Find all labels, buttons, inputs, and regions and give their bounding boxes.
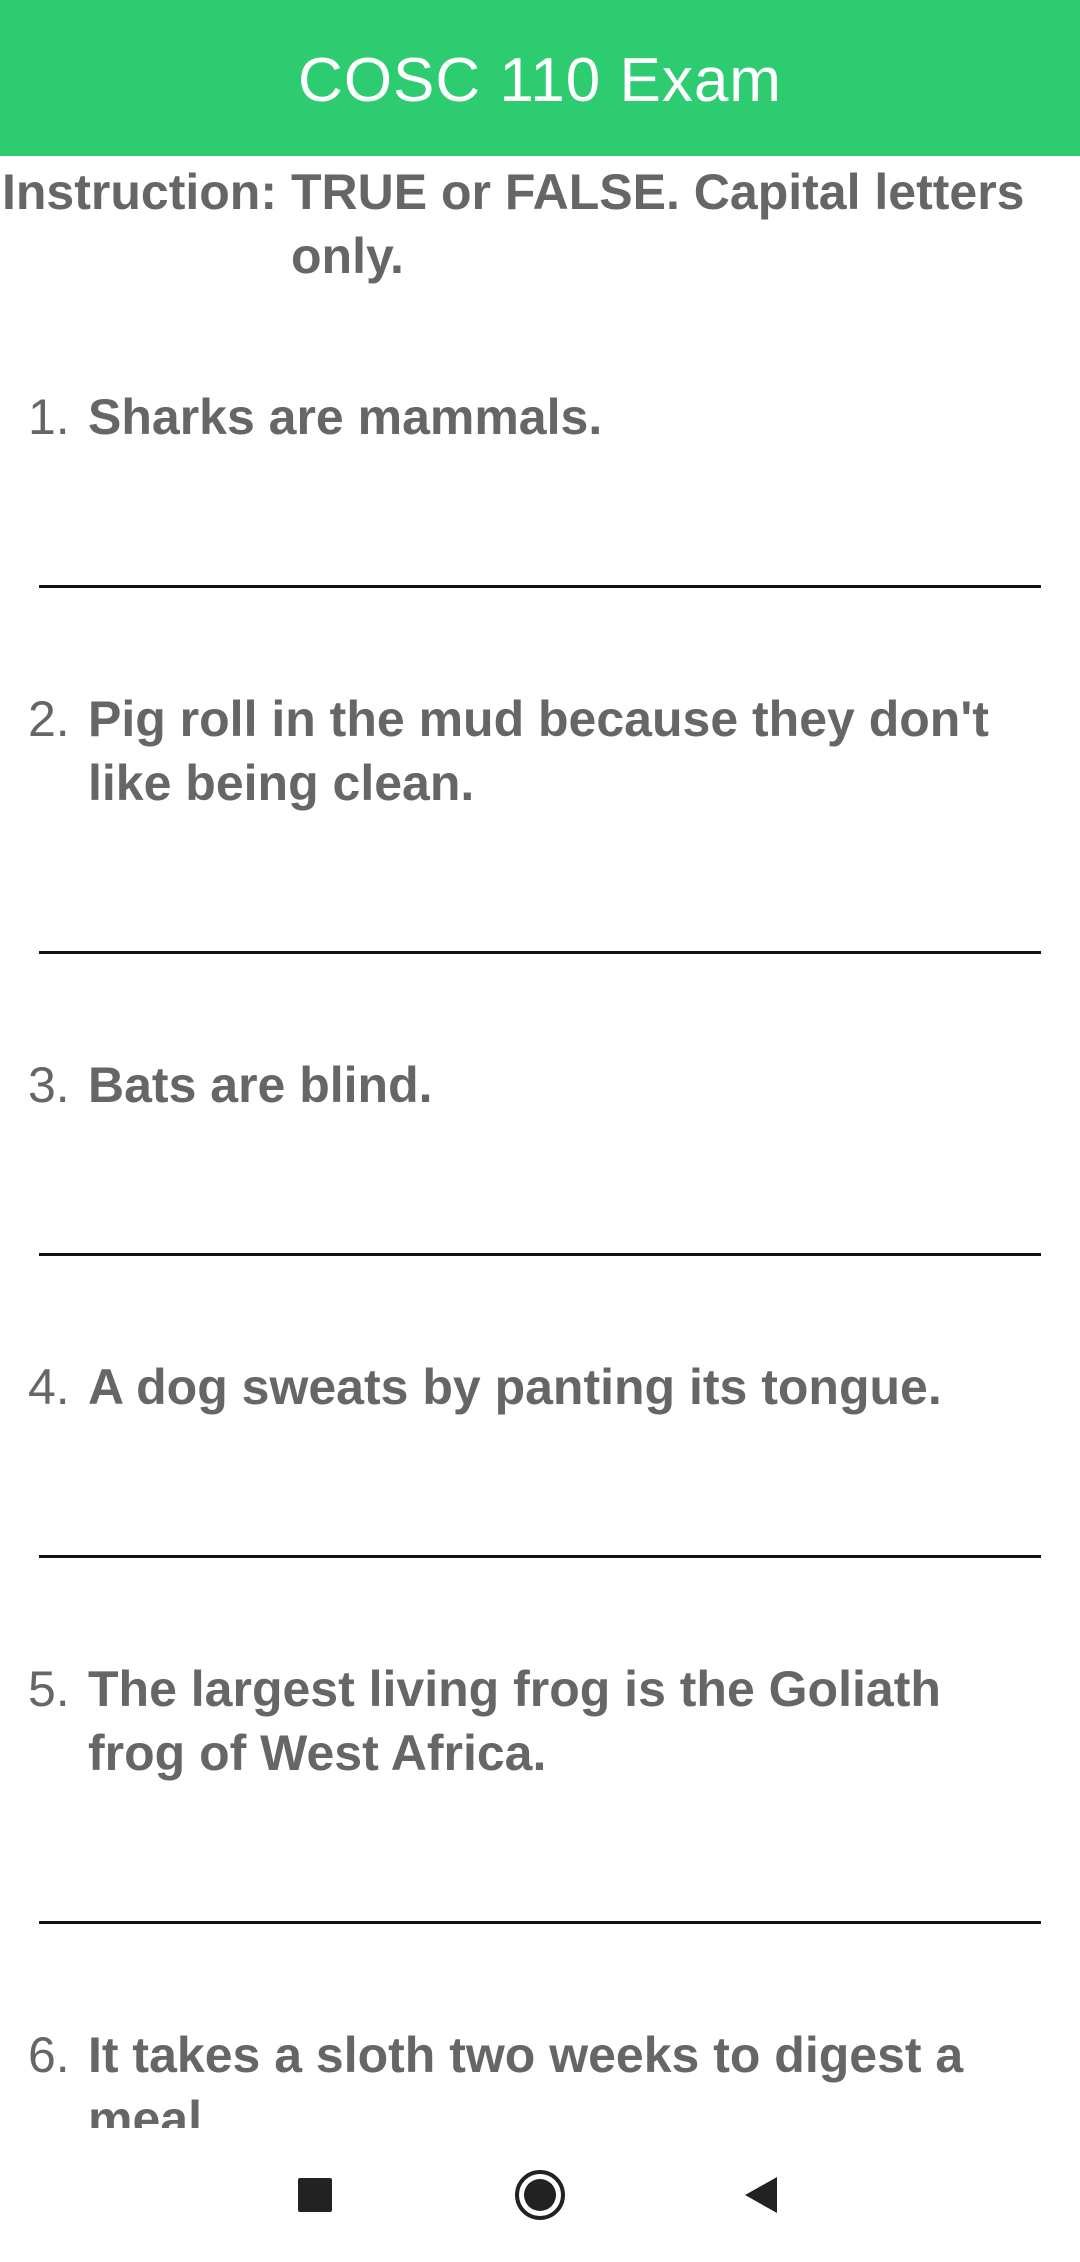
instruction: Instruction: TRUE or FALSE. Capital lett… bbox=[0, 160, 1080, 288]
circle-icon bbox=[515, 2170, 565, 2220]
question-item: 2. Pig roll in the mud because they don'… bbox=[28, 687, 1048, 815]
question-item: 4. A dog sweats by panting its tongue. bbox=[28, 1355, 1048, 1419]
question-item: 3. Bats are blind. bbox=[28, 1053, 1048, 1117]
question-number: 5. bbox=[28, 1661, 70, 1717]
question-item: 6. It takes a sloth two weeks to digest … bbox=[28, 2023, 1048, 2128]
question-text: Bats are blind. bbox=[88, 1057, 433, 1113]
app-title: COSC 110 Exam bbox=[298, 45, 782, 115]
answer-field[interactable] bbox=[39, 1921, 1041, 1924]
app-bar: COSC 110 Exam bbox=[0, 0, 1080, 156]
square-icon bbox=[298, 2178, 332, 2212]
question-item: 1. Sharks are mammals. bbox=[28, 385, 1048, 449]
system-nav-bar bbox=[0, 2128, 1080, 2262]
question-number: 6. bbox=[28, 2027, 70, 2083]
question-text: The largest living frog is the Goliath f… bbox=[88, 1661, 941, 1781]
question-number: 1. bbox=[28, 389, 70, 445]
question-text: It takes a sloth two weeks to digest a m… bbox=[88, 2027, 964, 2128]
instruction-text: TRUE or FALSE. Capital letters only. bbox=[290, 164, 1025, 284]
question-text: A dog sweats by panting its tongue. bbox=[88, 1359, 942, 1415]
answer-field[interactable] bbox=[39, 951, 1041, 954]
question-list[interactable]: 1. Sharks are mammals. 2. Pig roll in th… bbox=[0, 0, 1080, 2128]
question-number: 2. bbox=[28, 691, 70, 747]
question-number: 4. bbox=[28, 1359, 70, 1415]
instruction-label: Instruction: bbox=[2, 164, 277, 220]
question-item: 5. The largest living frog is the Goliat… bbox=[28, 1657, 1048, 1785]
question-text: Pig roll in the mud because they don't l… bbox=[88, 691, 989, 811]
triangle-left-icon bbox=[745, 2177, 777, 2213]
answer-field[interactable] bbox=[39, 585, 1041, 588]
question-number: 3. bbox=[28, 1057, 70, 1113]
back-button[interactable] bbox=[701, 2128, 821, 2262]
answer-field[interactable] bbox=[39, 1555, 1041, 1558]
recents-button[interactable] bbox=[255, 2128, 375, 2262]
answer-field[interactable] bbox=[39, 1253, 1041, 1256]
home-button[interactable] bbox=[480, 2128, 600, 2262]
question-text: Sharks are mammals. bbox=[88, 389, 603, 445]
